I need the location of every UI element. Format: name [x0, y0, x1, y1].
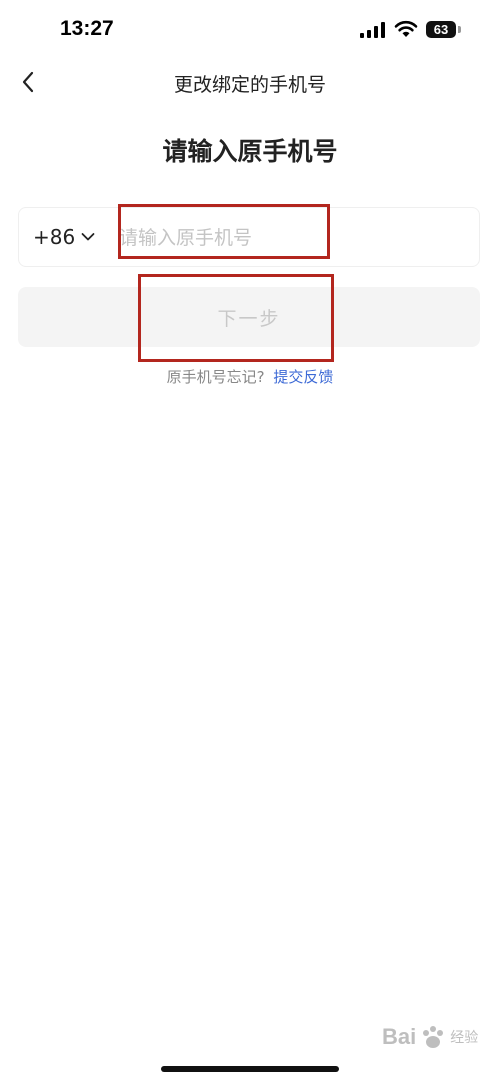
phone-input-row: +86	[18, 207, 480, 267]
country-code-selector[interactable]: +86	[33, 208, 95, 266]
home-indicator	[161, 1066, 339, 1072]
battery-level: 63	[433, 22, 449, 37]
forgot-phone-text: 原手机号忘记?	[166, 368, 265, 386]
watermark-brand: Bai	[382, 1024, 417, 1049]
submit-feedback-link[interactable]: 提交反馈	[273, 368, 333, 386]
battery-cap	[458, 26, 461, 33]
country-code: +86	[33, 225, 76, 249]
phone-input[interactable]	[117, 218, 461, 258]
battery-icon: 63	[426, 21, 456, 38]
chevron-down-icon	[81, 233, 95, 241]
page-title: 请输入原手机号	[162, 137, 338, 166]
nav-bar: 更改绑定的手机号	[0, 60, 500, 104]
status-bar: 13:27 63	[0, 0, 500, 60]
baidu-watermark: Bai 经验	[382, 1024, 478, 1050]
wifi-icon	[394, 20, 418, 37]
watermark-sub: 经验	[450, 1030, 479, 1046]
signal-icon	[360, 22, 385, 38]
next-button[interactable]: 下一步	[18, 287, 480, 347]
forgot-phone-row: 原手机号忘记? 提交反馈	[0, 366, 500, 387]
paw-icon	[423, 1026, 444, 1048]
nav-title: 更改绑定的手机号	[173, 74, 326, 96]
status-time: 13:27	[60, 17, 114, 40]
